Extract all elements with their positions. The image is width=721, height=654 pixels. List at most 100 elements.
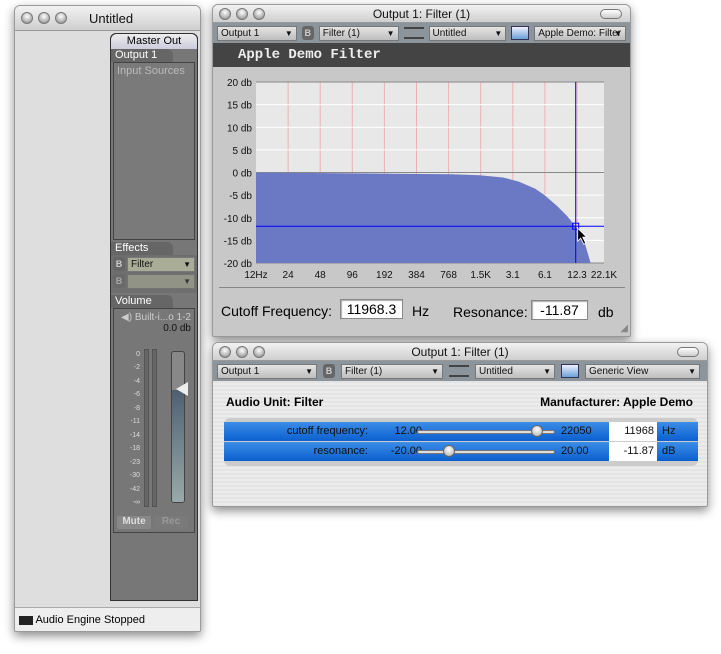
param-slider-thumb[interactable] (442, 445, 455, 457)
master-out-strip: Master Out Output 1 Input Sources Effect… (110, 33, 198, 601)
param-value-field[interactable]: 11968 (609, 422, 657, 441)
chevron-down-icon: ▼ (431, 366, 439, 376)
volume-db: 0.0 db (163, 323, 191, 334)
chevron-down-icon: ▼ (284, 28, 293, 38)
meter-scale-label: -4 (133, 377, 140, 385)
title-bar[interactable]: Output 1: Filter (1) (213, 5, 630, 23)
close-button[interactable] (219, 345, 231, 358)
x-tick-label: 96 (347, 270, 359, 281)
bypass-icon[interactable]: B (301, 26, 314, 40)
close-button[interactable] (21, 12, 33, 24)
view-select[interactable]: Apple Demo: Filter ▼ (534, 25, 626, 41)
chevron-down-icon: ▼ (494, 28, 503, 38)
x-tick-label: 22.1K (591, 270, 617, 281)
zoom-button[interactable] (253, 345, 265, 358)
meter-scale-label: -14 (129, 431, 140, 439)
param-slider[interactable] (417, 450, 555, 454)
x-tick-label: 12Hz (244, 270, 267, 281)
preset-select[interactable]: Untitled ▼ (428, 25, 507, 41)
parameter-row: resonance: -20.00 20.00 -11.87 dB (224, 442, 698, 461)
resonance-unit: db (598, 304, 614, 320)
view-select[interactable]: Generic View ▼ (585, 363, 700, 379)
y-tick-label: 20 db (227, 78, 252, 89)
volume-fader-handle[interactable] (176, 382, 188, 396)
chevron-down-icon: ▼ (543, 366, 551, 376)
x-tick-label: 192 (376, 270, 393, 281)
param-max: 22050 (561, 425, 592, 437)
tab-volume[interactable]: Volume (111, 295, 173, 308)
toolbar-toggle-button[interactable] (677, 346, 699, 357)
x-tick-label: 48 (315, 270, 327, 281)
bypass-icon[interactable]: B (323, 364, 335, 378)
window-title: Output 1: Filter (1) (411, 345, 509, 359)
bypass-button[interactable]: B (113, 274, 125, 288)
meter-scale-label: -8 (133, 404, 140, 412)
chevron-down-icon: ▼ (305, 366, 313, 376)
minimize-button[interactable] (236, 7, 248, 20)
rec-button[interactable]: Rec (154, 516, 188, 529)
close-button[interactable] (219, 7, 231, 20)
x-tick-label: 384 (408, 270, 425, 281)
input-sources-list[interactable]: Input Sources (113, 62, 195, 240)
window-title: Untitled (89, 11, 134, 26)
effect-slot-1[interactable]: Filter ▼ (127, 257, 195, 272)
resonance-field[interactable]: -11.87 (531, 300, 588, 320)
cutoff-field[interactable]: 11968.3 (340, 299, 403, 319)
input-sources-label: Input Sources (117, 65, 185, 77)
x-tick-label: 6.1 (538, 270, 552, 281)
zoom-button[interactable] (55, 12, 67, 24)
volume-fader[interactable] (171, 351, 185, 503)
preset-select[interactable]: Untitled ▼ (475, 363, 555, 379)
param-value-field[interactable]: -11.87 (609, 442, 657, 461)
y-tick-label: 0 db (233, 169, 253, 180)
minimize-button[interactable] (38, 12, 50, 24)
y-tick-label: 5 db (233, 146, 253, 157)
filter-custom-window: Output 1: Filter (1) Output 1 ▼ B Filter … (212, 4, 631, 337)
output-device[interactable]: ◀) Built-i...o 1-2 (114, 309, 194, 323)
x-tick-label: 1.5K (470, 270, 491, 281)
tab-output-1[interactable]: Output 1 (111, 49, 173, 62)
meter-scale: 0 -2 -4 -6 -8 -11 -14 -18 -23 -30 -42 -∞ (116, 351, 140, 506)
output-select[interactable]: Output 1 ▼ (217, 25, 297, 41)
tab-effects[interactable]: Effects (111, 242, 173, 255)
title-bar[interactable]: Output 1: Filter (1) (213, 343, 707, 361)
preset-sliders-icon (449, 365, 469, 377)
chevron-down-icon: ▼ (183, 277, 191, 286)
frequency-response-graph[interactable]: 12Hz 24 48 96 192 384 768 1.5K 3.1 6.1 12.3 22.1K 20… (213, 71, 631, 289)
engine-status-text: Audio Engine Stopped (35, 614, 145, 626)
title-bar[interactable]: Untitled (15, 6, 200, 31)
y-tick-label: -5 db (229, 191, 252, 202)
unit-select[interactable]: Filter (1) ▼ (318, 25, 399, 41)
effect-slot-2[interactable]: ▼ (127, 274, 195, 289)
chevron-down-icon: ▼ (386, 28, 395, 38)
x-tick-label: 768 (440, 270, 457, 281)
y-tick-label: 10 db (227, 123, 252, 134)
unit-select[interactable]: Filter (1) ▼ (341, 363, 443, 379)
mute-button[interactable]: Mute (117, 516, 151, 529)
param-label: resonance: (313, 445, 368, 457)
meter-scale-label: -11 (130, 418, 140, 426)
mixer-window: Untitled Master Out Output 1 Input Sourc… (14, 5, 201, 632)
view-window-icon (561, 364, 579, 378)
x-tick-label: 24 (283, 270, 295, 281)
cutoff-unit: Hz (412, 303, 430, 319)
toolbar-toggle-button[interactable] (600, 8, 622, 19)
au-name: Audio Unit: Filter (226, 395, 324, 409)
resize-grip-icon[interactable]: ◢ (620, 323, 628, 334)
tab-master-out[interactable]: Master Out (111, 34, 197, 49)
output-select[interactable]: Output 1 ▼ (217, 363, 317, 379)
plugin-header: Apple Demo Filter (213, 43, 630, 67)
zoom-button[interactable] (253, 7, 265, 20)
chevron-down-icon: ▼ (183, 260, 191, 269)
param-slider-thumb[interactable] (531, 425, 544, 437)
toolbar: Output 1 ▼ B Filter (1) ▼ Untitled ▼ Apple … (213, 23, 630, 43)
bypass-button[interactable]: B (113, 257, 125, 271)
toolbar: Output 1 ▼ B Filter (1) ▼ Untitled ▼ Generi… (213, 361, 707, 381)
parameter-list: cutoff frequency: 12.00 22050 11968 Hz re… (224, 418, 698, 466)
meter-scale-label: -∞ (132, 499, 140, 506)
preset-sliders-icon (403, 27, 424, 39)
meter-scale-label: -42 (129, 485, 140, 493)
y-tick-label: -20 db (224, 259, 253, 270)
minimize-button[interactable] (236, 345, 248, 358)
filter-generic-window: Output 1: Filter (1) Output 1 ▼ B Filter … (212, 342, 708, 507)
